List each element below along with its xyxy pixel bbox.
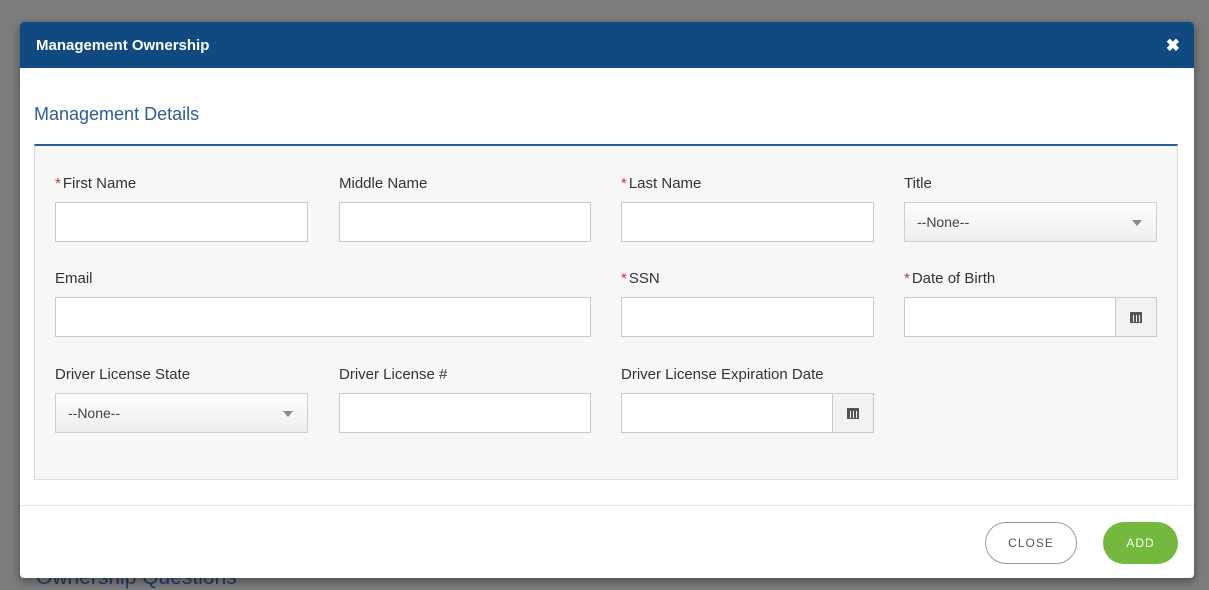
required-marker: *: [55, 175, 61, 192]
modal-header: Management Ownership ✖: [20, 22, 1194, 68]
driver-license-state-select[interactable]: --None--: [55, 393, 308, 433]
first-name-label: * First Name: [55, 175, 137, 192]
date-of-birth-field: * Date of Birth: [904, 269, 1157, 337]
driver-license-number-field: Driver License #: [339, 365, 591, 433]
driver-license-number-input[interactable]: [339, 393, 591, 433]
chevron-down-icon: [1132, 220, 1142, 226]
required-marker: *: [904, 270, 910, 287]
management-ownership-modal: Management Ownership ✖ Management Detail…: [20, 22, 1194, 578]
ssn-input[interactable]: [621, 297, 874, 337]
date-of-birth-calendar-button[interactable]: [1115, 298, 1156, 336]
required-marker: *: [621, 270, 627, 287]
driver-license-expiration-field: Driver License Expiration Date: [621, 365, 874, 433]
driver-license-state-field: Driver License State --None--: [55, 365, 308, 433]
email-field: Email: [55, 269, 591, 337]
middle-name-field: Middle Name: [339, 174, 591, 242]
driver-license-expiration-value[interactable]: [622, 394, 832, 432]
ssn-field: * SSN: [621, 269, 874, 337]
driver-license-number-label: Driver License #: [339, 366, 448, 383]
chevron-down-icon: [283, 411, 293, 417]
add-button[interactable]: ADD: [1103, 522, 1178, 564]
calendar-icon: [1130, 311, 1142, 323]
title-selected-value: --None--: [917, 214, 970, 230]
title-select[interactable]: --None--: [904, 202, 1157, 242]
ssn-label: * SSN: [621, 270, 660, 287]
driver-license-expiration-input[interactable]: [621, 393, 874, 433]
title-label: Title: [904, 175, 932, 192]
last-name-field: * Last Name: [621, 174, 874, 242]
driver-license-state-label: Driver License State: [55, 366, 191, 383]
section-title: Management Details: [34, 104, 200, 124]
calendar-icon: [847, 407, 859, 419]
last-name-label: * Last Name: [621, 175, 702, 192]
date-of-birth-value[interactable]: [905, 298, 1115, 336]
middle-name-label: Middle Name: [339, 175, 428, 192]
first-name-field: * First Name: [55, 174, 308, 242]
form-panel: * First Name Middle Name * Last Name Title…: [34, 144, 1178, 480]
first-name-input[interactable]: [55, 202, 308, 242]
close-icon[interactable]: ✖: [1166, 37, 1180, 54]
date-of-birth-label: * Date of Birth: [904, 270, 996, 287]
email-input[interactable]: [55, 297, 591, 337]
middle-name-input[interactable]: [339, 202, 591, 242]
email-label: Email: [55, 270, 93, 287]
date-of-birth-input[interactable]: [904, 297, 1157, 337]
last-name-input[interactable]: [621, 202, 874, 242]
driver-license-expiration-calendar-button[interactable]: [832, 394, 873, 432]
title-field: Title --None--: [904, 174, 1157, 242]
close-button[interactable]: CLOSE: [985, 522, 1077, 564]
footer-divider: [20, 505, 1194, 506]
modal-title: Management Ownership: [36, 36, 210, 54]
driver-license-state-selected-value: --None--: [68, 405, 121, 421]
required-marker: *: [621, 175, 627, 192]
driver-license-expiration-label: Driver License Expiration Date: [621, 366, 824, 383]
